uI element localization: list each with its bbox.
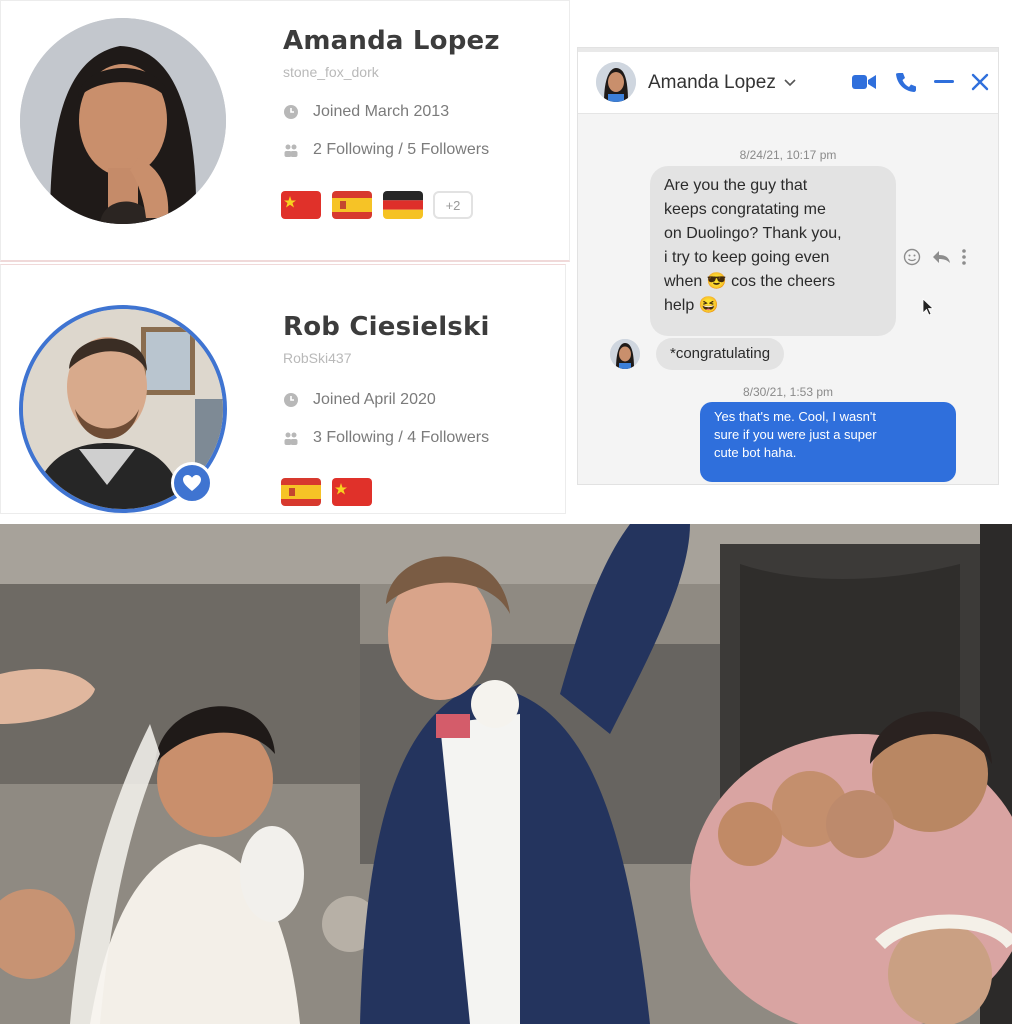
joined-date: Joined April 2020 (313, 391, 436, 408)
people-icon (284, 144, 298, 157)
avatar (610, 339, 640, 369)
profile-name: Rob Ciesielski (283, 312, 490, 342)
profile-name: Amanda Lopez (283, 26, 500, 56)
message-line: cute bot haha. (714, 445, 797, 460)
profile-username: stone_fox_dork (283, 64, 379, 80)
more-languages-badge[interactable]: +2 (433, 191, 473, 219)
emoji-icon[interactable] (903, 248, 921, 266)
more-icon[interactable] (961, 248, 967, 266)
message-line: help 😆 (664, 297, 719, 314)
avatar-photo (20, 18, 226, 224)
follow-counts: 2 Following / 5 Followers (313, 141, 490, 158)
follow-row: 3 Following / 4 Followers (283, 429, 489, 447)
reply-icon[interactable] (931, 249, 951, 265)
follow-counts: 3 Following / 4 Followers (313, 429, 490, 446)
clock-icon (284, 105, 298, 119)
message-timestamp: 8/30/21, 1:53 pm (742, 385, 834, 399)
chat-contact-title[interactable]: Amanda Lopez (648, 72, 796, 94)
avatar (20, 18, 226, 224)
message-actions (903, 248, 967, 266)
message-line: on Duolingo? Thank you, (664, 225, 842, 242)
outgoing-message[interactable]: Yes that's me. Cool, I wasn't sure if yo… (700, 402, 956, 482)
incoming-message[interactable]: Are you the guy that keeps congratating … (650, 166, 896, 336)
flag-spain[interactable] (332, 191, 372, 219)
message-line: sure if you were just a super (714, 427, 877, 442)
chat-window: Amanda Lopez 8/24/21, 10:17 pm Are you t… (578, 48, 998, 484)
message-line: i try to keep going even (664, 249, 830, 266)
joined-row: Joined April 2020 (283, 391, 436, 409)
chevron-down-icon (784, 79, 796, 87)
incoming-message[interactable]: *congratulating (656, 338, 785, 370)
wedding-scene (0, 524, 1012, 1024)
joined-date: Joined March 2013 (313, 103, 450, 120)
avatar[interactable] (596, 62, 636, 102)
minimize-icon[interactable] (930, 68, 958, 96)
flag-germany[interactable] (383, 191, 423, 219)
follow-row: 2 Following / 5 Followers (283, 141, 489, 159)
joined-row: Joined March 2013 (283, 103, 449, 121)
chat-contact-name: Amanda Lopez (648, 72, 776, 93)
cursor-icon (922, 298, 934, 316)
people-icon (284, 432, 298, 445)
flag-spain[interactable] (281, 478, 321, 506)
flag-china[interactable] (281, 191, 321, 219)
collage: Amanda Lopez stone_fox_dork Joined March… (0, 0, 1018, 1024)
message-line: Are you the guy that (664, 177, 808, 194)
close-icon[interactable] (966, 68, 994, 96)
chat-header: Amanda Lopez (578, 52, 998, 114)
message-line: Yes that's me. Cool, I wasn't (714, 409, 877, 424)
wedding-photo (0, 524, 1012, 1024)
message-timestamp: 8/24/21, 10:17 pm (739, 148, 837, 162)
flag-china[interactable] (332, 478, 372, 506)
profile-username: RobSki437 (283, 350, 352, 366)
phone-icon[interactable] (892, 68, 920, 96)
heart-icon[interactable] (171, 462, 213, 504)
message-line: keeps congratating me (664, 201, 826, 218)
video-call-icon[interactable] (850, 68, 878, 96)
message-line: when 😎 cos the cheers (664, 273, 836, 290)
clock-icon (284, 393, 298, 407)
